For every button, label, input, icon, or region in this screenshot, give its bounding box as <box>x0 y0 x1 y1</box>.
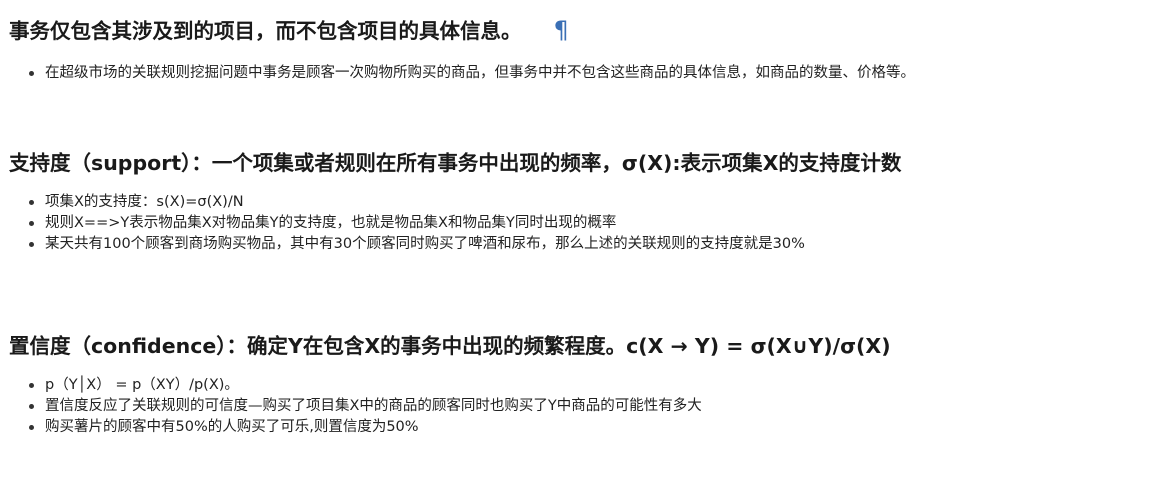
list-item: 在超级市场的关联规则挖掘问题中事务是顾客一次购物所购买的商品，但事务中并不包含这… <box>0 63 915 84</box>
bullet-list-transaction: 在超级市场的关联规则挖掘问题中事务是顾客一次购物所购买的商品，但事务中并不包含这… <box>0 63 915 84</box>
section-heading-support: 支持度（support）：一个项集或者规则在所有事务中出现的频率，σ(X):表示… <box>9 146 901 176</box>
section-heading-confidence: 置信度（confidence）：确定Y在包含X的事务中出现的频繁程度。c(X →… <box>9 329 891 359</box>
bullet-list-confidence: p（Y│X） = p（XY）/p(X)。 置信度反应了关联规则的可信度—购买了项… <box>0 375 702 438</box>
list-item: 规则X==>Y表示物品集X对物品集Y的支持度，也就是物品集X和物品集Y同时出现的… <box>0 213 805 234</box>
list-item-text: 某天共有100个顾客到商场购买物品，其中有30个顾客同时购买了啤酒和尿布，那么上… <box>45 236 805 252</box>
heading-text: 支持度（support）：一个项集或者规则在所有事务中出现的频率，σ(X):表示… <box>9 151 902 175</box>
list-item: 项集X的支持度：s(X)=σ(X)/N <box>0 192 805 213</box>
list-item-text: p（Y│X） = p（XY）/p(X)。 <box>45 377 239 393</box>
document-page: 事务仅包含其涉及到的项目，而不包含项目的具体信息。 ¶ 在超级市场的关联规则挖掘问… <box>0 0 1152 490</box>
list-item-text: 规则X==>Y表示物品集X对物品集Y的支持度，也就是物品集X和物品集Y同时出现的… <box>45 215 617 231</box>
list-item-text: 在超级市场的关联规则挖掘问题中事务是顾客一次购物所购买的商品，但事务中并不包含这… <box>45 65 915 81</box>
bullet-list-support: 项集X的支持度：s(X)=σ(X)/N 规则X==>Y表示物品集X对物品集Y的支… <box>0 192 805 255</box>
bullet-icon <box>29 404 34 409</box>
list-item: 置信度反应了关联规则的可信度—购买了项目集X中的商品的顾客同时也购买了Y中商品的… <box>0 396 702 417</box>
list-item-text: 置信度反应了关联规则的可信度—购买了项目集X中的商品的顾客同时也购买了Y中商品的… <box>45 398 702 414</box>
section-heading-transaction: 事务仅包含其涉及到的项目，而不包含项目的具体信息。 ¶ <box>9 14 569 44</box>
list-item: 某天共有100个顾客到商场购买物品，其中有30个顾客同时购买了啤酒和尿布，那么上… <box>0 234 805 255</box>
list-item: 购买薯片的顾客中有50%的人购买了可乐,则置信度为50% <box>0 417 702 438</box>
pilcrow-icon[interactable]: ¶ <box>554 16 569 44</box>
heading-text: 事务仅包含其涉及到的项目，而不包含项目的具体信息。 <box>9 19 522 43</box>
list-item: p（Y│X） = p（XY）/p(X)。 <box>0 375 702 396</box>
bullet-icon <box>29 221 34 226</box>
bullet-icon <box>29 200 34 205</box>
bullet-icon <box>29 71 34 76</box>
bullet-icon <box>29 383 34 388</box>
bullet-icon <box>29 242 34 247</box>
list-item-text: 购买薯片的顾客中有50%的人购买了可乐,则置信度为50% <box>45 419 419 435</box>
bullet-icon <box>29 425 34 430</box>
heading-text: 置信度（confidence）：确定Y在包含X的事务中出现的频繁程度。c(X →… <box>9 334 891 358</box>
list-item-text: 项集X的支持度：s(X)=σ(X)/N <box>45 194 244 210</box>
